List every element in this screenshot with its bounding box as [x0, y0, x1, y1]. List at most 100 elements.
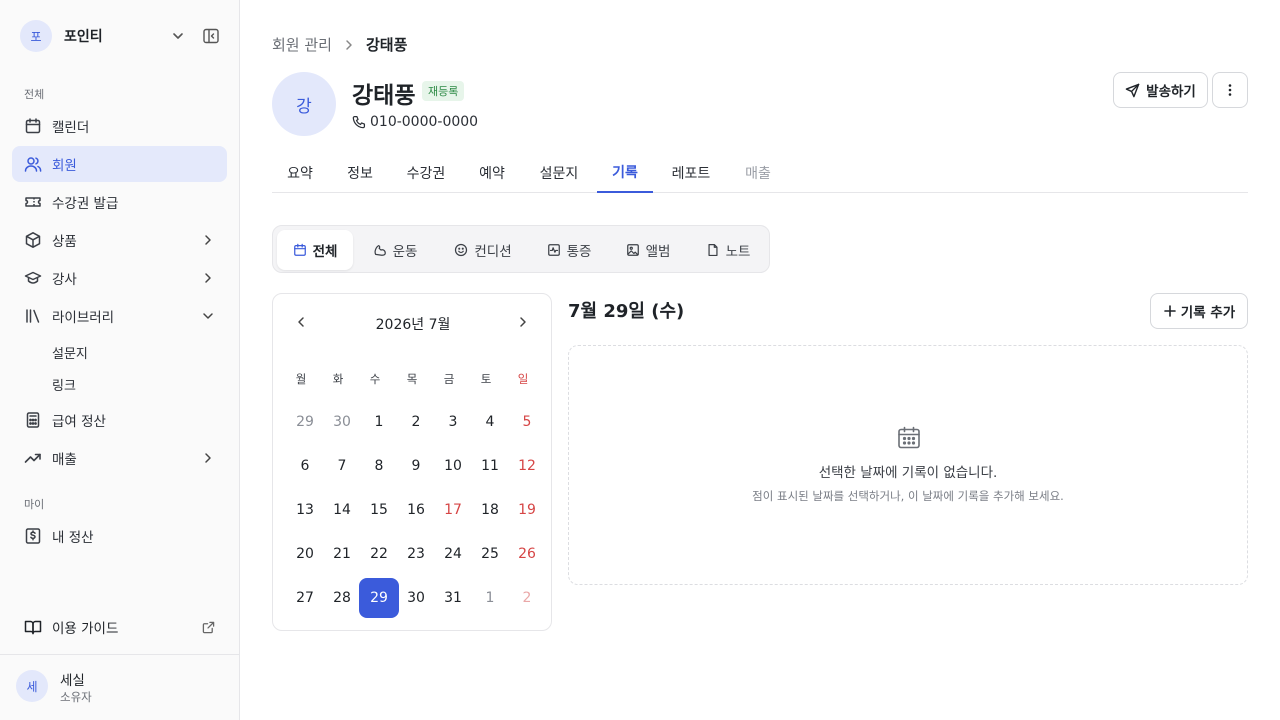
calendar-icon — [896, 425, 922, 451]
breadcrumb-parent[interactable]: 회원 관리 — [272, 34, 332, 55]
box-icon — [24, 231, 42, 249]
calendar-day[interactable]: 31 — [433, 578, 473, 618]
trending-up-icon — [24, 449, 42, 467]
calendar-day[interactable]: 26 — [507, 534, 547, 574]
calendar-icon — [293, 243, 307, 257]
sidebar-item-calendar[interactable]: 캘린더 — [12, 108, 227, 144]
calendar-day[interactable]: 4 — [470, 402, 510, 442]
calendar-day[interactable]: 15 — [359, 490, 399, 530]
calendar-day[interactable]: 10 — [433, 446, 473, 486]
calendar-day[interactable]: 9 — [396, 446, 436, 486]
calendar-day[interactable]: 30 — [322, 402, 362, 442]
calendar-day[interactable]: 12 — [507, 446, 547, 486]
calendar-day[interactable]: 20 — [285, 534, 325, 574]
user-profile[interactable]: 세 세실 소유자 — [0, 654, 239, 720]
weekday-header: 월 — [295, 372, 307, 386]
sidebar-item-library[interactable]: 라이브러리 — [12, 298, 227, 334]
sidebar-item-members[interactable]: 회원 — [12, 146, 227, 182]
tab-summary[interactable]: 요약 — [272, 152, 328, 193]
send-button-label: 발송하기 — [1146, 84, 1196, 100]
avatar: 세 — [16, 670, 48, 702]
more-options-button[interactable] — [1212, 72, 1248, 108]
tab-reports[interactable]: 레포트 — [662, 152, 720, 193]
tab-passes[interactable]: 수강권 — [396, 152, 456, 193]
calendar-day[interactable]: 27 — [285, 578, 325, 618]
sidebar-item-sales[interactable]: 매출 — [12, 440, 227, 476]
calendar-day[interactable]: 7 — [322, 446, 362, 486]
calendar-day[interactable]: 22 — [359, 534, 399, 574]
tab-surveys[interactable]: 설문지 — [528, 152, 590, 193]
selected-date-title: 7월 29일 (수) — [568, 301, 685, 322]
workspace-name: 포인티 — [64, 29, 103, 45]
calendar-day[interactable]: 24 — [433, 534, 473, 574]
sidebar-subitem-links[interactable]: 링크 — [40, 370, 76, 398]
calendar-day[interactable]: 28 — [322, 578, 362, 618]
calendar-day[interactable]: 1 — [470, 578, 510, 618]
sidebar-collapse-icon[interactable] — [202, 27, 220, 45]
chevron-down-icon[interactable] — [170, 28, 186, 44]
sidebar-subitem-surveys[interactable]: 설문지 — [40, 338, 88, 366]
calendar-day[interactable]: 6 — [285, 446, 325, 486]
sidebar-item-label: 강사 — [52, 272, 77, 288]
filter-condition[interactable]: 컨디션 — [441, 230, 525, 270]
filter-all[interactable]: 전체 — [277, 230, 353, 270]
calendar-day[interactable]: 18 — [470, 490, 510, 530]
weekday-header: 화 — [332, 372, 344, 386]
calendar-day[interactable]: 19 — [507, 490, 547, 530]
calendar-day[interactable]: 2 — [507, 578, 547, 618]
sidebar-item-instructors[interactable]: 강사 — [12, 260, 227, 296]
sidebar-item-my-settlement[interactable]: 내 정산 — [12, 518, 227, 554]
filter-note[interactable]: 노트 — [695, 230, 761, 270]
sidebar-item-pass-issue[interactable]: 수강권 발급 — [12, 184, 227, 220]
calendar-day[interactable]: 3 — [433, 402, 473, 442]
chevron-down-icon — [201, 309, 215, 323]
calendar-day[interactable]: 30 — [396, 578, 436, 618]
filter-exercise[interactable]: 운동 — [361, 230, 429, 270]
filter-label: 통증 — [566, 244, 592, 260]
workspace-avatar: 포 — [20, 20, 52, 52]
member-phone: 010-0000-0000 — [352, 114, 478, 130]
calendar-day[interactable]: 13 — [285, 490, 325, 530]
mini-calendar: 2026년 7월 월 화 수 목 금 토 일 29 30 1 2 3 4 5 6 7 8 9 10 11 12 13 14 1… — [272, 293, 552, 631]
filter-label: 노트 — [725, 244, 751, 260]
page-title: 강태풍 — [352, 83, 416, 109]
empty-state: 선택한 날짜에 기록이 없습니다. 점이 표시된 날짜를 선택하거나, 이 날짜… — [568, 345, 1248, 585]
weekday-header: 토 — [480, 372, 492, 386]
tab-reservations[interactable]: 예약 — [464, 152, 520, 193]
add-record-button[interactable]: 기록 추가 — [1150, 293, 1248, 329]
tab-records[interactable]: 기록 — [597, 152, 653, 193]
chevron-right-icon — [201, 271, 215, 285]
sidebar-item-payroll[interactable]: 급여 정산 — [12, 402, 227, 438]
tab-info[interactable]: 정보 — [332, 152, 388, 193]
tab-sales[interactable]: 매출 — [730, 152, 786, 193]
calendar-day[interactable]: 23 — [396, 534, 436, 574]
calendar-day[interactable]: 21 — [322, 534, 362, 574]
calendar-day[interactable]: 25 — [470, 534, 510, 574]
chevron-right-icon — [342, 38, 356, 52]
sidebar-item-label: 매출 — [52, 452, 77, 468]
sidebar-item-products[interactable]: 상품 — [12, 222, 227, 258]
member-tabs: 요약 정보 수강권 예약 설문지 기록 레포트 매출 — [272, 152, 1248, 193]
book-open-icon — [24, 618, 42, 636]
calendar-day[interactable]: 29 — [285, 402, 325, 442]
filter-pain[interactable]: 통증 — [535, 230, 603, 270]
calendar-day[interactable]: 29 — [359, 578, 399, 618]
usage-guide-link[interactable]: 이용 가이드 — [12, 609, 227, 645]
calendar-day[interactable]: 8 — [359, 446, 399, 486]
calendar-day[interactable]: 14 — [322, 490, 362, 530]
calendar-day[interactable]: 2 — [396, 402, 436, 442]
chevron-right-icon — [201, 233, 215, 247]
calendar-day[interactable]: 1 — [359, 402, 399, 442]
filter-album[interactable]: 앨범 — [613, 230, 683, 270]
plus-icon — [1163, 304, 1177, 318]
send-button[interactable]: 발송하기 — [1113, 72, 1208, 108]
filter-label: 전체 — [312, 244, 338, 260]
calendar-day[interactable]: 16 — [396, 490, 436, 530]
calendar-day[interactable]: 5 — [507, 402, 547, 442]
workspace-switcher[interactable]: 포 포인티 — [20, 20, 220, 52]
calendar-day[interactable]: 17 — [433, 490, 473, 530]
chevron-right-icon[interactable] — [515, 314, 531, 330]
calendar-day[interactable]: 11 — [470, 446, 510, 486]
calendar-month-title: 2026년 7월 — [375, 317, 451, 333]
graduation-cap-icon — [24, 269, 42, 287]
